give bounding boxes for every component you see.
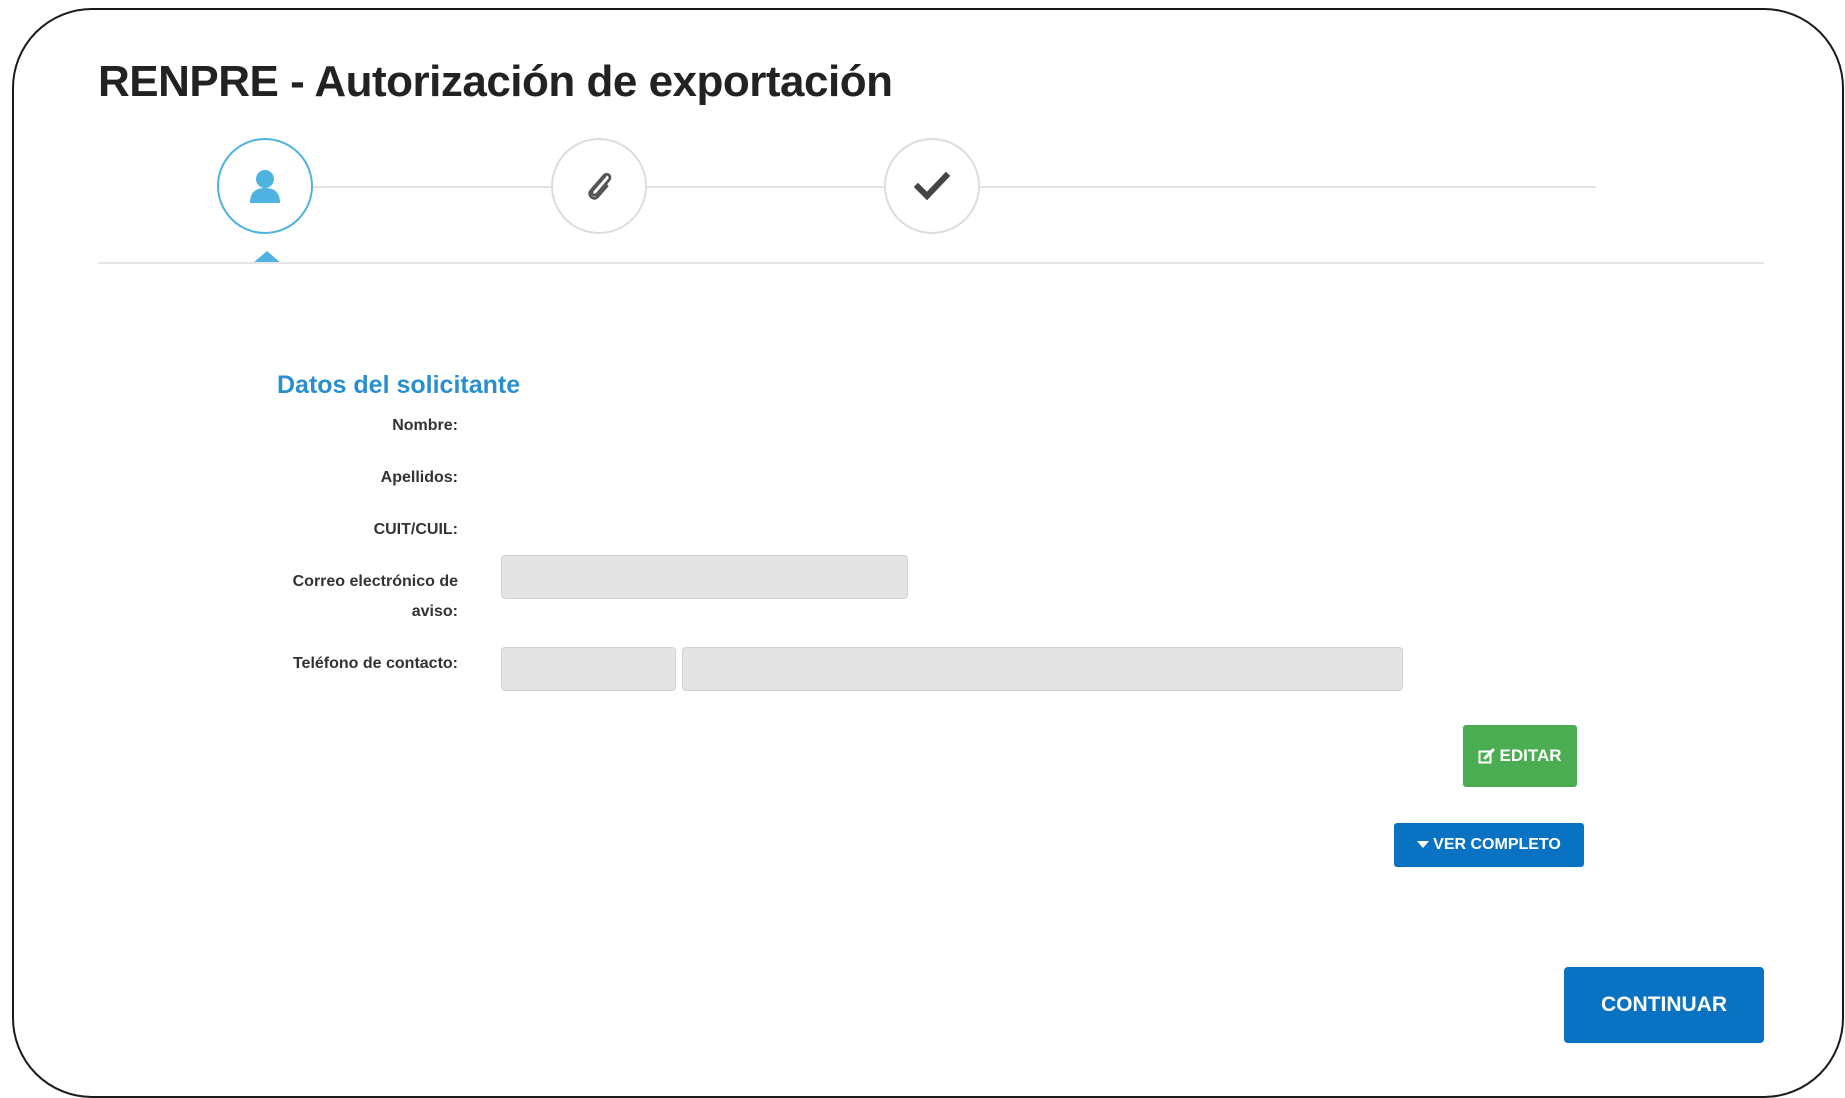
correo-label-line2: aviso:: [411, 603, 458, 620]
correo-input[interactable]: [501, 555, 908, 599]
correo-label: Correo electrónico de aviso:: [218, 567, 458, 627]
stepper-divider: [98, 262, 1764, 264]
telefono-number-input[interactable]: [682, 647, 1403, 691]
telefono-area-input[interactable]: [501, 647, 676, 691]
cuit-label: CUIT/CUIL:: [373, 521, 458, 538]
telefono-label: Teléfono de contacto:: [292, 655, 458, 672]
caret-down-icon: [1417, 841, 1430, 849]
edit-icon: [1478, 748, 1495, 765]
ver-completo-button[interactable]: VER COMPLETO: [1394, 823, 1584, 867]
section-title: Datos del solicitante: [277, 370, 521, 399]
step-confirm[interactable]: [884, 138, 980, 234]
continuar-label: CONTINUAR: [1601, 993, 1727, 1016]
edit-button[interactable]: EDITAR: [1463, 725, 1577, 787]
correo-label-line1: Correo electrónico de: [292, 573, 458, 590]
step-applicant[interactable]: [217, 138, 313, 234]
paperclip-icon: [588, 172, 612, 200]
ver-completo-label: VER COMPLETO: [1433, 836, 1561, 853]
apellidos-label: Apellidos:: [380, 469, 458, 486]
continuar-button[interactable]: CONTINUAR: [1564, 967, 1764, 1043]
step-attachments[interactable]: [551, 138, 647, 234]
user-icon: [250, 170, 280, 203]
checkmark-icon: [914, 171, 950, 201]
nombre-label: Nombre:: [392, 417, 458, 434]
edit-button-label: EDITAR: [1499, 746, 1562, 765]
page-title: RENPRE - Autorización de exportación: [98, 57, 893, 107]
